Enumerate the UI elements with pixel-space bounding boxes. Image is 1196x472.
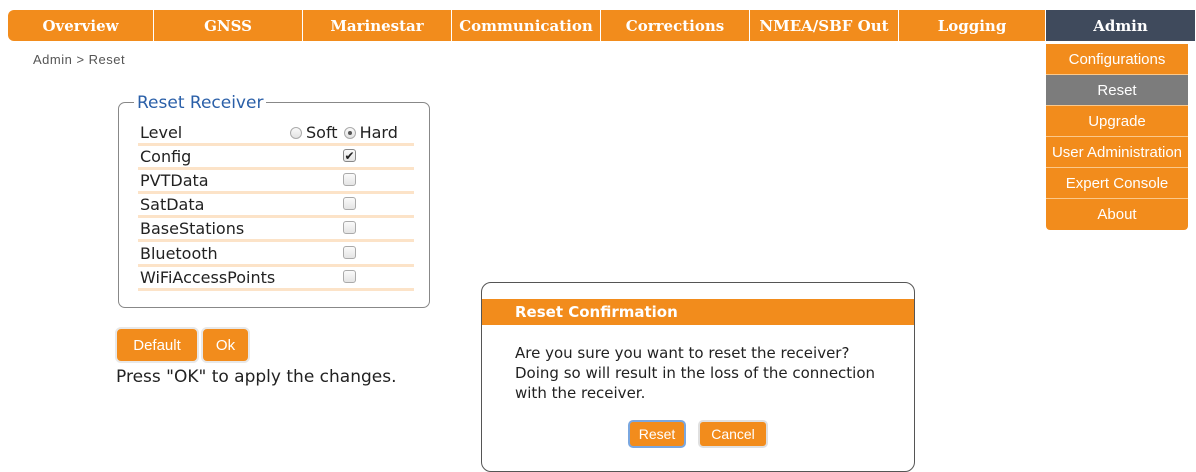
dialog-message: Are you sure you want to reset the recei… (515, 343, 885, 403)
menu-item-expert-console[interactable]: Expert Console (1046, 168, 1188, 199)
ok-button[interactable]: Ok (201, 327, 250, 363)
tab-communication[interactable]: Communication (452, 10, 601, 41)
dialog-title: Reset Confirmation (482, 299, 914, 325)
menu-item-reset[interactable]: Reset (1046, 75, 1188, 106)
menu-item-upgrade[interactable]: Upgrade (1046, 106, 1188, 137)
satdata-row: SatData (138, 194, 414, 218)
tab-admin[interactable]: Admin (1046, 10, 1196, 41)
level-row: Level Soft Hard (138, 122, 414, 146)
basestations-label: BaseStations (140, 219, 245, 238)
dialog-message-line: Doing so will result in the loss of the … (515, 364, 876, 382)
bluetooth-checkbox[interactable] (343, 246, 356, 259)
basestations-checkbox[interactable] (343, 221, 356, 234)
basestations-row: BaseStations (138, 218, 414, 242)
pvtdata-checkbox[interactable] (343, 173, 356, 186)
tab-nmea-sbf-out[interactable]: NMEA/SBF Out (750, 10, 899, 41)
menu-item-configurations[interactable]: Configurations (1046, 44, 1188, 75)
bluetooth-row: Bluetooth (138, 243, 414, 267)
default-button[interactable]: Default (115, 327, 199, 363)
dialog-reset-button[interactable]: Reset (628, 420, 686, 448)
tab-marinestar[interactable]: Marinestar (303, 10, 452, 41)
menu-item-user-administration[interactable]: User Administration (1046, 137, 1188, 168)
wifiaccesspoints-checkbox[interactable] (343, 270, 356, 283)
hard-radio[interactable] (343, 126, 356, 139)
tab-gnss[interactable]: GNSS (154, 10, 303, 41)
top-navigation: Overview GNSS Marinestar Communication C… (8, 10, 1196, 41)
wifiaccesspoints-label: WiFiAccessPoints (140, 268, 276, 287)
reset-receiver-legend: Reset Receiver (134, 93, 267, 113)
config-label: Config (140, 147, 192, 166)
pvtdata-label: PVTData (140, 171, 209, 190)
hard-radio-label: Hard (359, 123, 398, 142)
apply-hint-text: Press "OK" to apply the changes. (116, 367, 397, 387)
bluetooth-label: Bluetooth (140, 244, 218, 263)
config-row: Config ✔ (138, 146, 414, 170)
pvtdata-row: PVTData (138, 170, 414, 194)
soft-radio[interactable] (290, 126, 302, 139)
tab-corrections[interactable]: Corrections (601, 10, 750, 41)
level-label: Level (140, 123, 183, 142)
reset-confirmation-dialog: Reset Confirmation Are you sure you want… (481, 282, 915, 472)
tab-logging[interactable]: Logging (899, 10, 1046, 41)
soft-radio-label: Soft (306, 123, 338, 142)
satdata-checkbox[interactable] (343, 197, 356, 210)
wifiaccesspoints-row: WiFiAccessPoints (138, 267, 414, 291)
level-radio-group: Soft Hard (290, 123, 404, 142)
menu-item-about[interactable]: About (1046, 199, 1188, 230)
config-checkbox[interactable]: ✔ (343, 149, 356, 162)
dialog-message-line: with the receiver. (515, 384, 646, 402)
satdata-label: SatData (140, 195, 205, 214)
breadcrumb: Admin > Reset (33, 52, 126, 67)
dialog-message-line: Are you sure you want to reset the recei… (515, 344, 850, 362)
tab-overview[interactable]: Overview (8, 10, 154, 41)
dialog-cancel-button[interactable]: Cancel (698, 420, 768, 448)
admin-dropdown-menu: Configurations Reset Upgrade User Admini… (1046, 44, 1188, 230)
